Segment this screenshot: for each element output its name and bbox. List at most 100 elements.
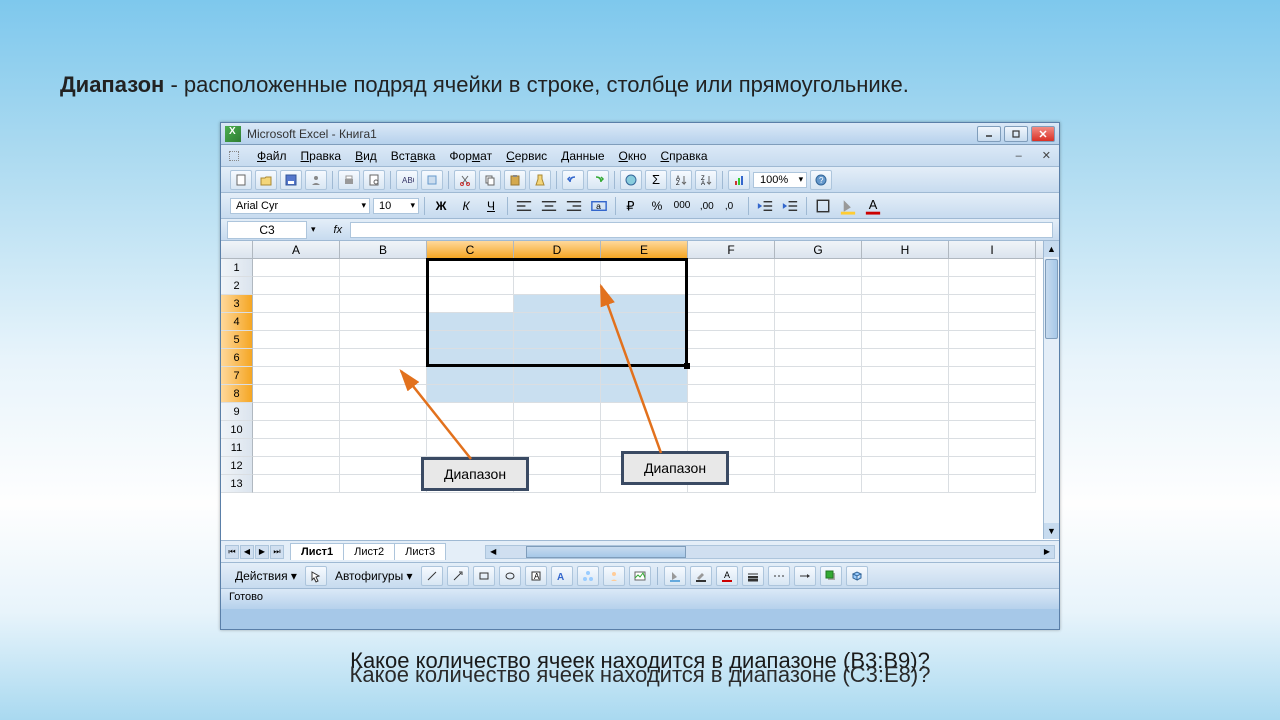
cell-I10[interactable] <box>949 421 1036 439</box>
undo-button[interactable] <box>562 170 584 190</box>
cell-E10[interactable] <box>601 421 688 439</box>
cell-H2[interactable] <box>862 277 949 295</box>
autosum-button[interactable]: Σ <box>645 170 667 190</box>
cell-G8[interactable] <box>775 385 862 403</box>
tab-nav-next[interactable]: ▶ <box>255 545 269 559</box>
cell-B1[interactable] <box>340 259 427 277</box>
fill-color-button[interactable] <box>837 196 859 216</box>
cell-F9[interactable] <box>688 403 775 421</box>
cell-H3[interactable] <box>862 295 949 313</box>
row-13[interactable]: 13 <box>221 475 253 493</box>
cell-B3[interactable] <box>340 295 427 313</box>
copy-button[interactable] <box>479 170 501 190</box>
cell-B2[interactable] <box>340 277 427 295</box>
cell-B13[interactable] <box>340 475 427 493</box>
namebox-dropdown-icon[interactable]: ▾ <box>311 224 316 235</box>
italic-button[interactable]: К <box>455 196 477 216</box>
cell-B5[interactable] <box>340 331 427 349</box>
inc-indent-button[interactable] <box>779 196 801 216</box>
scroll-left-icon[interactable]: ◀ <box>486 546 500 558</box>
cell-F3[interactable] <box>688 295 775 313</box>
chart-button[interactable] <box>728 170 750 190</box>
actions-menu[interactable]: Действия ▾ <box>231 569 301 583</box>
textbox-button[interactable]: A <box>525 566 547 586</box>
help-button[interactable]: ? <box>810 170 832 190</box>
cell-A11[interactable] <box>253 439 340 457</box>
menu-window[interactable]: Окно <box>619 149 647 163</box>
cell-G12[interactable] <box>775 457 862 475</box>
row-7[interactable]: 7 <box>221 367 253 385</box>
cell-I3[interactable] <box>949 295 1036 313</box>
cell-E6[interactable] <box>601 349 688 367</box>
cell-D9[interactable] <box>514 403 601 421</box>
cell-A9[interactable] <box>253 403 340 421</box>
cell-E4[interactable] <box>601 313 688 331</box>
select-all-corner[interactable] <box>221 241 253 258</box>
cell-A4[interactable] <box>253 313 340 331</box>
row-2[interactable]: 2 <box>221 277 253 295</box>
cell-D11[interactable] <box>514 439 601 457</box>
col-E[interactable]: E <box>601 241 688 258</box>
cell-G4[interactable] <box>775 313 862 331</box>
selection-handle[interactable] <box>684 363 690 369</box>
cell-B8[interactable] <box>340 385 427 403</box>
align-right-button[interactable] <box>563 196 585 216</box>
cell-E5[interactable] <box>601 331 688 349</box>
cell-F5[interactable] <box>688 331 775 349</box>
cell-E3[interactable] <box>601 295 688 313</box>
cell-H8[interactable] <box>862 385 949 403</box>
open-button[interactable] <box>255 170 277 190</box>
menu-handle-icon[interactable] <box>229 151 239 161</box>
cell-B9[interactable] <box>340 403 427 421</box>
font-select[interactable]: Arial Cyr <box>230 198 370 214</box>
autoshapes-menu[interactable]: Автофигуры ▾ <box>331 569 417 583</box>
fontsize-select[interactable]: 10 <box>373 198 419 214</box>
tab-nav-last[interactable]: ⏭ <box>270 545 284 559</box>
cell-D3[interactable] <box>514 295 601 313</box>
paste-button[interactable] <box>504 170 526 190</box>
cut-button[interactable] <box>454 170 476 190</box>
cell-H4[interactable] <box>862 313 949 331</box>
cell-D1[interactable] <box>514 259 601 277</box>
arrowstyle-button[interactable] <box>794 566 816 586</box>
cell-I9[interactable] <box>949 403 1036 421</box>
cell-G1[interactable] <box>775 259 862 277</box>
cell-I6[interactable] <box>949 349 1036 367</box>
dec-decimal-button[interactable]: ,0 <box>721 196 743 216</box>
cell-I12[interactable] <box>949 457 1036 475</box>
minimize-button[interactable] <box>977 126 1001 142</box>
3d-button[interactable] <box>846 566 868 586</box>
row-3[interactable]: 3 <box>221 295 253 313</box>
row-5[interactable]: 5 <box>221 331 253 349</box>
redo-button[interactable] <box>587 170 609 190</box>
menu-format[interactable]: Формат <box>449 149 492 163</box>
cell-A12[interactable] <box>253 457 340 475</box>
align-left-button[interactable] <box>513 196 535 216</box>
cell-B6[interactable] <box>340 349 427 367</box>
cell-A7[interactable] <box>253 367 340 385</box>
cell-C1[interactable] <box>427 259 514 277</box>
cell-A3[interactable] <box>253 295 340 313</box>
cell-A13[interactable] <box>253 475 340 493</box>
dashstyle-button[interactable] <box>768 566 790 586</box>
cell-A2[interactable] <box>253 277 340 295</box>
preview-button[interactable] <box>363 170 385 190</box>
cell-H11[interactable] <box>862 439 949 457</box>
dec-indent-button[interactable] <box>754 196 776 216</box>
permissions-button[interactable] <box>305 170 327 190</box>
scroll-down-icon[interactable]: ▼ <box>1044 523 1059 539</box>
cell-F4[interactable] <box>688 313 775 331</box>
sort-desc-button[interactable]: ZA <box>695 170 717 190</box>
grid-area[interactable]: A B C D E F G H I 12345678910111213 Диап… <box>221 241 1059 541</box>
menu-edit[interactable]: Правка <box>301 149 342 163</box>
wordart-button[interactable]: A <box>551 566 573 586</box>
cell-B4[interactable] <box>340 313 427 331</box>
cell-D8[interactable] <box>514 385 601 403</box>
cell-E8[interactable] <box>601 385 688 403</box>
cell-G11[interactable] <box>775 439 862 457</box>
col-I[interactable]: I <box>949 241 1036 258</box>
close-button[interactable] <box>1031 126 1055 142</box>
cell-H10[interactable] <box>862 421 949 439</box>
percent-button[interactable]: % <box>646 196 668 216</box>
cell-H12[interactable] <box>862 457 949 475</box>
